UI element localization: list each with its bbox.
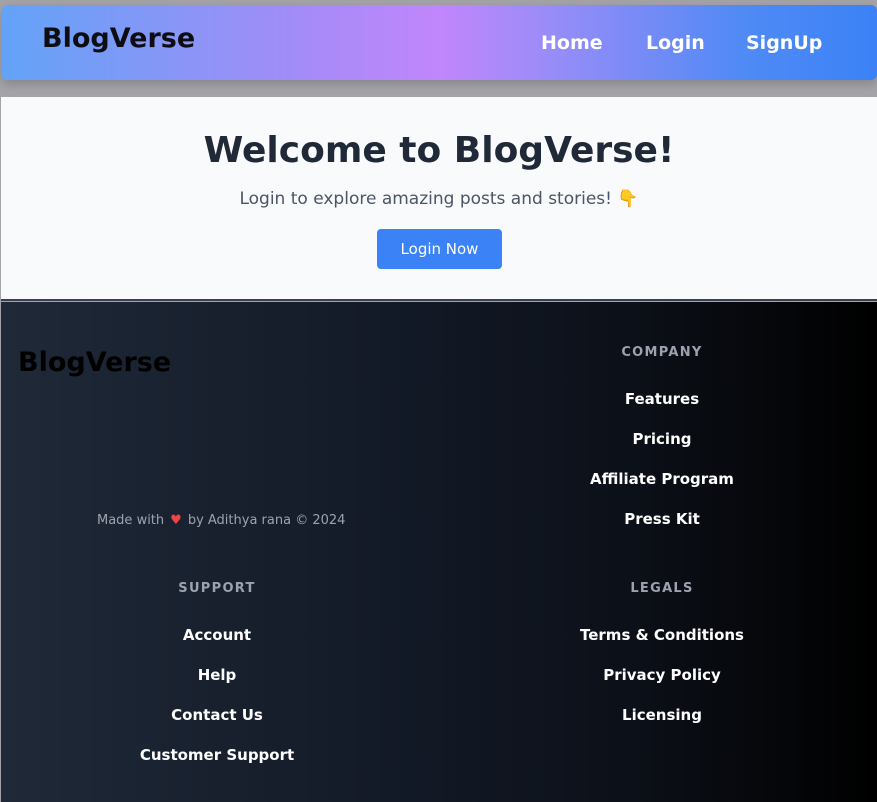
hero-title: Welcome to BlogVerse!	[203, 130, 675, 171]
footer-column-support: SUPPORT Account Help Contact Us Customer…	[44, 579, 390, 785]
footer-link-account[interactable]: Account	[44, 625, 390, 665]
footer-link-pricing[interactable]: Pricing	[489, 429, 835, 469]
hero-subtitle: Login to explore amazing posts and stori…	[239, 189, 639, 209]
footer-column-company: COMPANY Features Pricing Affiliate Progr…	[489, 343, 835, 549]
footer-column-legals: LEGALS Terms & Conditions Privacy Policy…	[489, 579, 835, 745]
footer-link-licensing[interactable]: Licensing	[489, 705, 835, 745]
footer: BlogVerse Made with ♥ by Adithya rana © 20…	[1, 302, 877, 802]
hero-section: Welcome to BlogVerse! Login to explore a…	[1, 97, 877, 301]
footer-link-features[interactable]: Features	[489, 389, 835, 429]
footer-list-company: Features Pricing Affiliate Program Press…	[489, 389, 835, 549]
footer-brand: BlogVerse	[18, 347, 172, 378]
footer-link-help[interactable]: Help	[44, 665, 390, 705]
footer-link-privacy-policy[interactable]: Privacy Policy	[489, 665, 835, 705]
nav-link-login[interactable]: Login	[646, 32, 705, 54]
nav-link-home[interactable]: Home	[541, 32, 603, 54]
footer-link-terms-conditions[interactable]: Terms & Conditions	[489, 625, 835, 665]
footer-link-customer-support[interactable]: Customer Support	[44, 745, 390, 785]
footer-link-affiliate-program[interactable]: Affiliate Program	[489, 469, 835, 509]
footer-list-support: Account Help Contact Us Customer Support	[44, 625, 390, 785]
nav-link-signup[interactable]: SignUp	[746, 32, 822, 54]
footer-heading-legals: LEGALS	[630, 581, 694, 596]
made-with-credit: Made with ♥ by Adithya rana © 2024	[97, 513, 345, 528]
footer-heading-company: COMPANY	[621, 345, 703, 360]
footer-link-contact-us[interactable]: Contact Us	[44, 705, 390, 745]
footer-list-legals: Terms & Conditions Privacy Policy Licens…	[489, 625, 835, 745]
footer-link-press-kit[interactable]: Press Kit	[489, 509, 835, 549]
navbar: BlogVerse Home Login SignUp	[2, 5, 877, 80]
made-with-prefix: Made with	[97, 513, 165, 528]
navbar-brand[interactable]: BlogVerse	[42, 23, 195, 54]
footer-heading-support: SUPPORT	[178, 581, 256, 596]
made-with-suffix: by Adithya rana © 2024	[187, 513, 346, 528]
heart-icon: ♥	[170, 513, 182, 528]
login-now-button[interactable]: Login Now	[377, 229, 502, 269]
